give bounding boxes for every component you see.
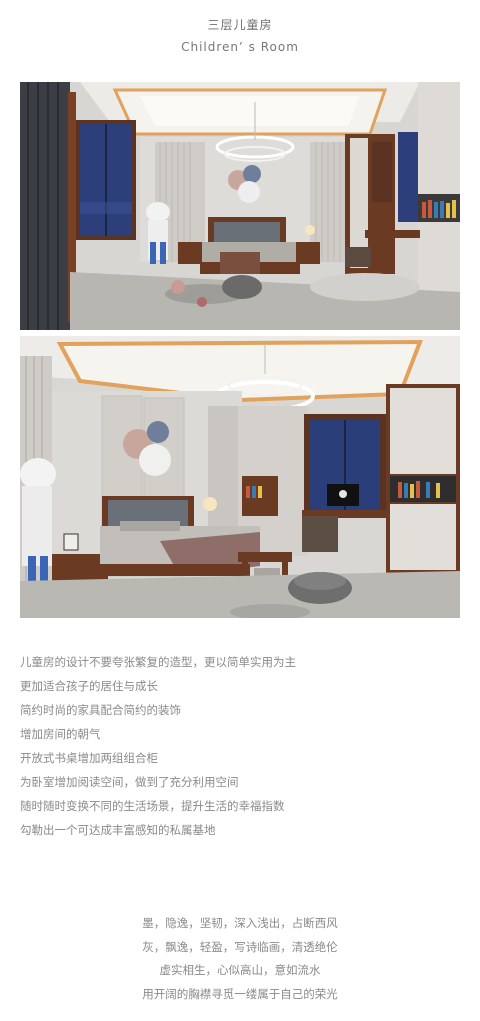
poem-line: 虚实相生，心似高山，意如流水 bbox=[159, 963, 321, 977]
description-text: 儿童房的设计不要夸张繁复的造型，更以简单实用为主 更加适合孩子的居住与成长 简约… bbox=[20, 650, 460, 842]
room-photo-angle bbox=[20, 336, 460, 618]
poem-line: 墨，隐逸，坚韧，深入浅出，占断西风 bbox=[142, 916, 338, 930]
poem-line: 灰，飘逸，轻盈，写诗临画，清透绝伦 bbox=[142, 939, 338, 954]
page-title-zh: 三层儿童房 bbox=[207, 18, 273, 32]
description-line: 为卧室增加阅读空间，做到了充分利用空间 bbox=[20, 775, 239, 789]
description-line: 儿童房的设计不要夸张繁复的造型，更以简单实用为主 bbox=[20, 655, 296, 669]
description-line: 增加房间的朝气 bbox=[20, 727, 101, 741]
description-line: 开放式书桌增加两组组合柜 bbox=[20, 751, 158, 765]
description-line: 简约时尚的家具配合简约的装饰 bbox=[20, 703, 181, 717]
page-title-en: Children’ s Room bbox=[181, 40, 299, 54]
description-line: 随时随时变换不同的生活场景，提升生活的幸福指数 bbox=[20, 799, 285, 813]
poem-line: 用开阔的胸襟寻觅一缕属于自己的荣光 bbox=[142, 986, 338, 1001]
description-line: 勾勒出一个可达成丰富感知的私属基地 bbox=[20, 823, 216, 837]
description-line: 更加适合孩子的居住与成长 bbox=[20, 679, 158, 693]
poem-block: 墨，隐逸，坚韧，深入浅出，占断西风 灰，飘逸，轻盈，写诗临画，清透绝伦 虚实相生… bbox=[0, 912, 480, 1006]
room-photo-front bbox=[20, 82, 460, 330]
